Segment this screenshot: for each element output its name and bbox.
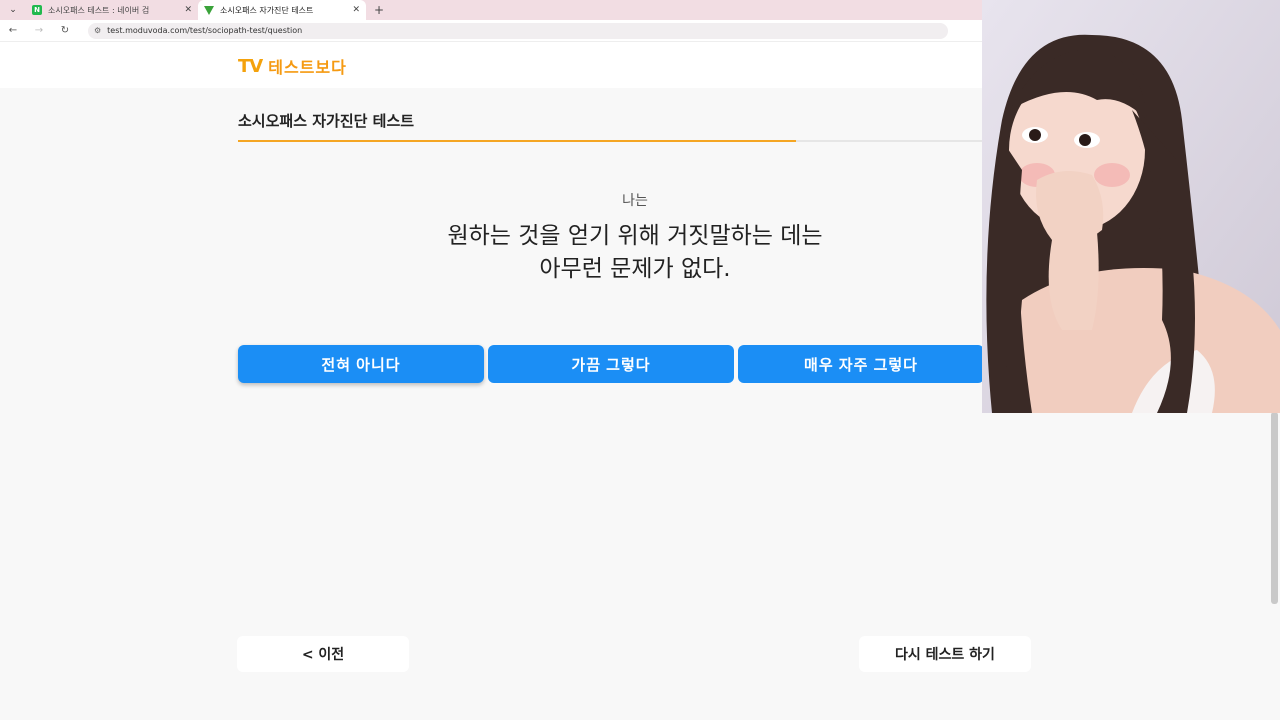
site-favicon-icon	[204, 5, 214, 15]
tab-list-chevron-icon[interactable]: ⌄	[0, 0, 26, 20]
answer-never-button[interactable]: 전혀 아니다	[238, 345, 484, 383]
previous-button[interactable]: < 이전	[237, 636, 409, 672]
tab-title: 소시오패스 자가진단 테스트	[220, 5, 314, 15]
answer-sometimes-button[interactable]: 가끔 그렇다	[488, 345, 734, 383]
logo-text: 테스트보다	[268, 58, 347, 77]
site-info-icon[interactable]: ⚙	[94, 26, 101, 35]
address-bar[interactable]: ⚙ test.moduvoda.com/test/sociopath-test/…	[88, 22, 948, 39]
new-tab-button[interactable]: +	[374, 3, 384, 17]
webcam-person-image	[982, 0, 1280, 413]
site-header: TV 테스트보다	[0, 42, 982, 88]
retry-test-button[interactable]: 다시 테스트 하기	[859, 636, 1031, 672]
progress-bar-fill	[238, 140, 796, 142]
reload-icon[interactable]: ↻	[52, 20, 78, 42]
question-line-2: 아무런 문제가 없다.	[539, 256, 731, 282]
logo-tv-mark: TV	[238, 55, 263, 77]
naver-favicon-icon: N	[32, 5, 42, 15]
back-arrow-icon[interactable]: ←	[0, 20, 26, 42]
question-line-1: 원하는 것을 얻기 위해 거짓말하는 데는	[447, 223, 823, 249]
url-text: test.moduvoda.com/test/sociopath-test/qu…	[107, 26, 303, 35]
forward-arrow-icon[interactable]: →	[26, 20, 52, 42]
tab-close-icon[interactable]: ✕	[184, 5, 192, 15]
answer-very-often-button[interactable]: 매우 자주 그렇다	[738, 345, 984, 383]
tab-title: 소시오패스 테스트 : 네이버 검	[48, 5, 150, 15]
progress-bar	[238, 140, 982, 142]
test-title: 소시오패스 자가진단 테스트	[238, 112, 415, 130]
tab-close-icon[interactable]: ✕	[352, 5, 360, 15]
browser-tab-naver[interactable]: N 소시오패스 테스트 : 네이버 검 ✕	[26, 0, 198, 20]
question-text: 원하는 것을 얻기 위해 거짓말하는 데는 아무런 문제가 없다.	[238, 220, 1032, 286]
question-prefix: 나는	[622, 193, 648, 209]
answer-options: 전혀 아니다 가끔 그렇다 매우 자주 그렇다	[238, 345, 984, 383]
site-logo[interactable]: TV 테스트보다	[238, 54, 347, 78]
webcam-overlay	[982, 0, 1280, 413]
page-scrollbar[interactable]	[1271, 412, 1278, 604]
browser-tab-sociopath-test[interactable]: 소시오패스 자가진단 테스트 ✕	[198, 0, 366, 20]
